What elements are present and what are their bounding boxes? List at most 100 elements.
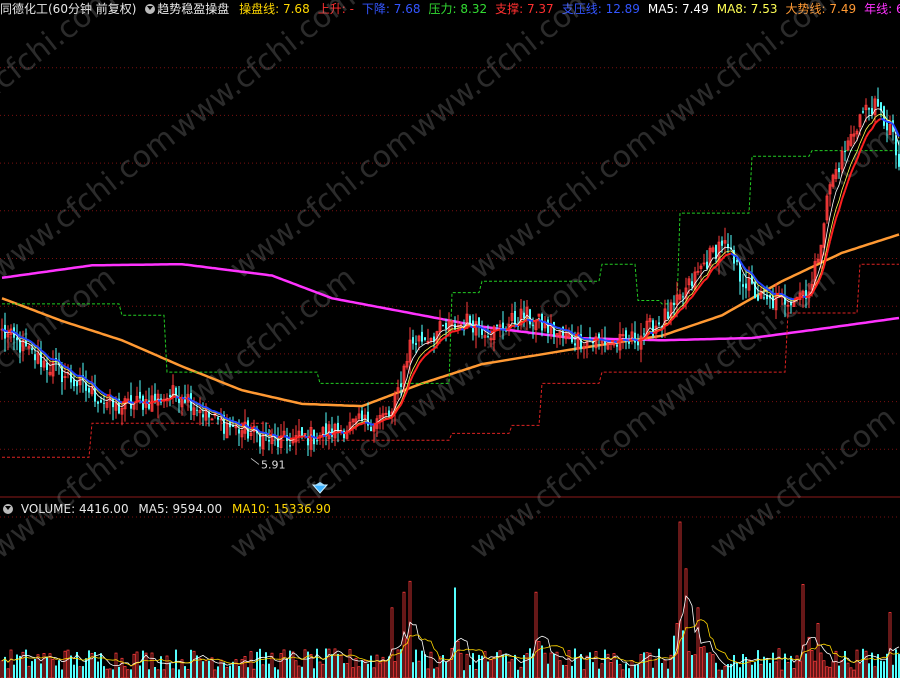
volume-bar [625,663,627,678]
volume-bar [429,651,433,678]
volume-bar [318,661,322,678]
volume-bar [805,653,807,678]
volume-bar [541,645,543,678]
volume-bar [492,657,496,678]
candle-body [316,440,318,442]
candle-body [514,311,516,325]
candle-body [598,333,600,339]
volume-bar [637,664,639,678]
volume-bar [424,654,426,678]
volume-bar [621,669,625,678]
operate-line [142,401,147,404]
operate-line [382,418,387,422]
volume-bar [229,665,231,678]
volume-bar [61,669,63,678]
operate-line [757,281,762,285]
volume-bar [327,648,331,678]
volume-bar [97,661,99,678]
volume-bar [825,666,829,678]
volume-bar [645,652,649,678]
operate-line [25,338,30,342]
candle-body [844,151,846,153]
volume-bar [507,661,511,678]
operate-line [787,296,792,300]
volume-bar [301,666,303,678]
volume-bar [465,653,469,678]
volume-bar [634,664,636,678]
volume-bar [126,669,130,678]
volume-bar [574,648,576,678]
chart-canvas[interactable]: www.cfchi.com www.cfchi.com www.cfchi.com w… [0,0,900,678]
volume-bar [412,662,414,678]
volume-bar [31,661,33,678]
operate-line [415,362,420,370]
watermark-text: www.cfchi.com [0,400,182,566]
candle-body [496,324,498,327]
candle-body [400,383,402,387]
volume-bar [801,584,805,678]
operate-line [376,421,381,425]
volume-bar [459,652,463,678]
volume-bar [553,653,555,678]
volume-bar [286,658,288,678]
volume-bar [130,669,132,678]
volume-bar [858,663,862,678]
volume-bar [148,669,150,678]
operate-line [478,325,483,329]
volume-bar [549,652,553,678]
volume-bar [112,669,114,678]
volume-bar [297,665,301,678]
volume-bar [658,648,660,678]
volume-bar [9,649,13,678]
volume-bar [780,669,784,678]
candle-body [169,394,171,398]
volume-bar [472,653,474,678]
volume-bar [888,612,892,678]
operate-line [664,323,669,327]
operate-line [214,410,219,414]
candle-body [877,99,879,107]
volume-bar [118,666,120,678]
volume-bar [813,660,817,678]
volume-bar [88,650,90,678]
operate-line [190,399,195,403]
volume-bar [562,664,564,678]
operate-line [421,355,426,361]
operate-line [367,422,372,426]
operate-line [634,338,639,342]
watermark-text: www.cfchi.com [403,0,602,146]
volume-bar [282,649,286,678]
volume-bar [417,660,421,678]
volume-bar [469,665,471,678]
operate-line [490,330,495,334]
volume-bar [144,652,148,678]
operate-line [496,328,501,332]
volume-bar [510,659,514,678]
volume-bar [846,662,850,678]
operate-line [64,365,69,369]
volume-bar [706,652,708,678]
candle-body [232,425,234,427]
volume-bar [154,667,156,678]
operate-line [7,330,12,333]
volume-bar [739,667,741,678]
operate-line [52,358,57,361]
operate-line [103,392,108,397]
operate-line [412,368,417,376]
volume-bar [873,666,877,678]
volume-bar [502,654,504,678]
volume-bar [702,646,706,678]
operate-line [457,328,462,332]
operate-line [430,348,435,352]
operate-line [559,327,564,331]
volume-bar [100,653,102,678]
candle-body [445,323,447,329]
volume-bar [234,659,238,678]
volume-bar [478,654,480,678]
operate-line [535,318,540,322]
operate-line [22,336,27,341]
volume-ma5-line [1,595,900,668]
volume-bar [609,662,613,678]
operate-line [628,338,633,342]
volume-bar [25,649,27,678]
